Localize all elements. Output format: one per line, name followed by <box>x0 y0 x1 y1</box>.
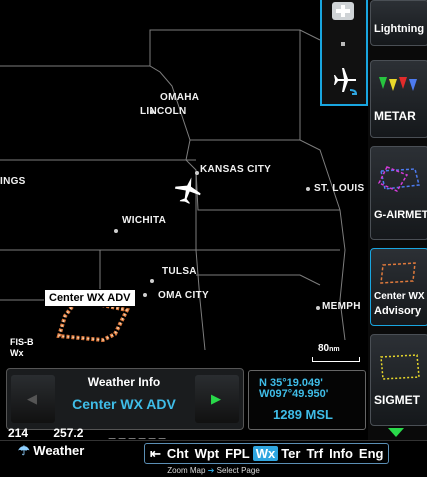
center-wx-advisory-button[interactable]: Center WX Advisory <box>370 248 427 326</box>
distance-value: 257.2 <box>53 426 84 440</box>
ownship-airplane-icon <box>174 177 201 204</box>
zoom-control-panel <box>320 0 368 106</box>
metar-button[interactable]: METAR <box>370 60 427 138</box>
tab-trf[interactable]: Trf <box>303 446 326 461</box>
city-wichita: WICHITA <box>122 215 167 226</box>
altitude-unit: MSL <box>305 407 333 422</box>
fisb-sublabel: Wx <box>10 348 24 358</box>
center-on-ownship-button[interactable] <box>328 64 360 98</box>
page-tab-bar: ☂ Weather ⇤ Cht Wpt FPL Wx Ter Trf Info … <box>0 440 427 465</box>
city-springs: INGS <box>0 176 26 187</box>
metar-flags-icon <box>379 77 417 91</box>
fisb-indicator: FIS-B Wx <box>10 337 34 359</box>
position-box: N 35°19.049' W097°49.950' 1289 MSL <box>248 370 366 430</box>
city-st-louis: ST. LOUIS <box>314 183 365 194</box>
tab-fpl[interactable]: FPL <box>222 446 253 461</box>
city-dot <box>195 171 199 175</box>
city-dot <box>114 229 118 233</box>
city-memphis: MEMPH <box>322 301 361 312</box>
tab-cht[interactable]: Cht <box>164 446 192 461</box>
knob-hint: Zoom Map ➔ Select Page <box>0 466 427 477</box>
next-product-button[interactable]: ▶ <box>195 375 239 423</box>
tab-eng[interactable]: Eng <box>356 446 387 461</box>
hint-arrow-icon: ➔ <box>207 466 215 475</box>
back-arrow-icon[interactable]: ⇤ <box>147 446 164 462</box>
city-omaha: OMAHA <box>160 92 200 103</box>
hint-left: Zoom Map <box>167 466 206 475</box>
scale-bar <box>312 357 360 362</box>
wx-product-panel: Lightning METAR G-AIRMET Center WX Advis… <box>368 0 427 440</box>
plus-icon <box>336 5 350 17</box>
blank-field: _ _ _ _ _ _ <box>108 426 166 440</box>
tab-wpt[interactable]: Wpt <box>192 446 223 461</box>
map-scale: 80nm <box>318 343 340 354</box>
city-dot <box>306 187 310 191</box>
city-lincoln: LINCOLN <box>140 106 187 117</box>
city-dot <box>143 293 147 297</box>
weather-info-title: Weather Info <box>87 375 161 389</box>
city-tulsa: TULSA <box>162 266 197 277</box>
center-wx-label-1: Center WX <box>374 291 425 302</box>
tab-ter[interactable]: Ter <box>278 446 303 461</box>
center-wx-label-2: Advisory <box>374 305 422 317</box>
altitude-value: 1289 <box>273 407 302 422</box>
g-airmet-button[interactable]: G-AIRMET <box>370 146 427 240</box>
selected-wx-label[interactable]: Center WX ADV <box>44 289 136 307</box>
center-wx-icon <box>380 262 416 284</box>
pan-dot <box>341 42 345 46</box>
city-dot <box>150 279 154 283</box>
weather-cloud-icon: ☂ <box>18 443 30 458</box>
sigmet-button[interactable]: SIGMET <box>370 334 427 426</box>
left-arrow-icon: ◀ <box>27 391 37 406</box>
g-airmet-label: G-AIRMET <box>374 209 427 221</box>
page-tabs: ⇤ Cht Wpt FPL Wx Ter Trf Info Eng <box>144 443 390 464</box>
weather-page-button[interactable]: ☂ Weather <box>18 443 84 459</box>
track-value: 214 <box>8 426 29 440</box>
altitude: 1289 MSL <box>273 407 333 422</box>
sigmet-label: SIGMET <box>374 393 421 407</box>
scale-unit: nm <box>329 346 340 353</box>
g-airmet-icon <box>377 166 420 192</box>
scale-value: 80 <box>318 343 330 354</box>
page-button-label: Weather <box>33 443 85 458</box>
tab-info[interactable]: Info <box>326 446 356 461</box>
city-dot <box>316 306 320 310</box>
lightning-button[interactable]: Lightning <box>370 0 427 46</box>
weather-info-value: Center WX ADV <box>72 396 176 412</box>
city-kansas-city: KANSAS CITY <box>200 164 272 175</box>
prev-product-button[interactable]: ◀ <box>11 375 55 423</box>
hint-right: Select Page <box>216 466 260 475</box>
scroll-down-icon[interactable] <box>388 428 404 438</box>
sigmet-icon <box>380 354 420 380</box>
right-arrow-icon: ▶ <box>211 391 221 406</box>
zoom-in-button[interactable] <box>332 2 354 20</box>
nav-readout: 214 257.2 _ _ _ _ _ _ <box>8 426 187 440</box>
metar-label: METAR <box>374 109 416 123</box>
city-okc: OMA CITY <box>158 290 209 301</box>
longitude: W097°49.950' <box>259 388 329 400</box>
tab-wx[interactable]: Wx <box>252 446 279 461</box>
fisb-label: FIS-B <box>10 337 34 347</box>
weather-info-box: ◀ Weather Info Center WX ADV ▶ <box>6 368 244 430</box>
lightning-label: Lightning <box>374 23 425 35</box>
